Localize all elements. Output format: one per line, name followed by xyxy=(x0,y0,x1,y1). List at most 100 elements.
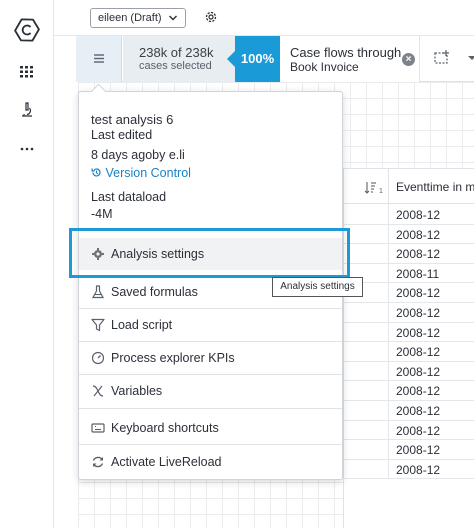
cases-selected-box[interactable]: 238k of 238k cases selected xyxy=(123,36,235,82)
table-cell: 2008-12 xyxy=(396,462,441,477)
table-row[interactable]: 2008-12 xyxy=(344,302,474,323)
table-cell: 2008-12 xyxy=(396,227,441,242)
left-rail xyxy=(0,0,54,528)
analysis-name: test analysis 6 xyxy=(91,112,174,127)
column-divider xyxy=(388,459,389,479)
table-cell: 2008-12 xyxy=(396,443,441,458)
app: eileen (Draft) 238k of 238k cases select… xyxy=(0,0,474,528)
cases-count: 238k of 238k xyxy=(139,45,214,60)
keyboard-icon xyxy=(91,423,105,433)
column-divider xyxy=(388,400,389,420)
table-row[interactable]: 2008-11 xyxy=(344,263,474,284)
flask-icon xyxy=(91,285,105,299)
highlight-box xyxy=(69,228,350,278)
history-icon xyxy=(91,168,101,177)
table-cell: 2008-12 xyxy=(396,305,441,320)
column-divider xyxy=(388,169,389,205)
selection-percent-badge: 100% xyxy=(227,36,280,82)
table-cell: 2008-12 xyxy=(396,247,441,262)
last-dataload-label: Last dataload xyxy=(91,190,167,204)
table-row[interactable]: 2008-12 xyxy=(344,342,474,362)
last-dataload-value: -4M xyxy=(91,207,113,221)
hamburger-icon xyxy=(94,54,104,63)
selection-tool-icon[interactable] xyxy=(433,49,451,67)
table-row[interactable]: 2008-12 xyxy=(344,420,474,441)
column-divider xyxy=(388,205,389,224)
data-table: 1 Eventtime in m 2008-12 2008-12 2008-12 20… xyxy=(343,168,474,528)
gear-icon[interactable] xyxy=(204,10,218,24)
funnel-icon xyxy=(91,318,105,332)
column-divider xyxy=(388,381,389,400)
table-row[interactable]: 2008-12 xyxy=(344,440,474,460)
column-divider xyxy=(388,420,389,440)
table-cell: 2008-12 xyxy=(396,345,441,360)
sort-icon[interactable]: 1 xyxy=(364,181,384,195)
menu-divider xyxy=(79,444,342,445)
menu-item-label: Keyboard shortcuts xyxy=(111,421,219,435)
menu-item-activate-livereload[interactable]: Activate LiveReload xyxy=(79,446,342,478)
table-cell: 2008-12 xyxy=(396,384,441,399)
table-cell: 2008-12 xyxy=(396,423,441,438)
sheet-selector[interactable]: eileen (Draft) xyxy=(90,8,186,28)
menu-item-load-script[interactable]: Load script xyxy=(79,309,342,341)
version-control-label: Version Control xyxy=(105,166,191,180)
more-icon[interactable] xyxy=(17,139,37,159)
chevron-down-icon[interactable] xyxy=(468,54,474,62)
sort-order: 1 xyxy=(379,188,383,195)
remove-filter-icon[interactable]: × xyxy=(402,53,415,66)
menu-item-label: Load script xyxy=(111,318,173,332)
celonis-logo-icon[interactable] xyxy=(13,16,41,44)
tooltip: Analysis settings xyxy=(272,277,363,297)
refresh-icon xyxy=(92,456,104,468)
table-row[interactable]: 2008-12 xyxy=(344,400,474,421)
menu-item-keyboard-shortcuts[interactable]: Keyboard shortcuts xyxy=(79,412,342,444)
gauge-icon xyxy=(91,351,105,365)
table-cell: 2008-12 xyxy=(396,286,441,301)
last-edited-value: 8 days agoby e.li xyxy=(91,148,185,162)
table-row[interactable]: 2008-12 xyxy=(344,244,474,264)
variable-icon xyxy=(92,385,104,397)
table-row[interactable]: 2008-12 xyxy=(344,322,474,343)
table-row[interactable]: 2008-12 xyxy=(344,205,474,225)
column-header-eventtime[interactable]: Eventtime in m xyxy=(396,180,474,194)
apps-grid-icon[interactable] xyxy=(17,62,37,82)
version-control-link[interactable]: Version Control xyxy=(91,166,191,180)
last-edited-label: Last edited xyxy=(91,128,153,142)
table-cell: 2008-12 xyxy=(396,364,441,379)
menu-divider xyxy=(79,408,342,409)
column-divider xyxy=(388,302,389,322)
column-divider xyxy=(388,322,389,342)
filter-line-2: Book Invoice xyxy=(290,60,359,74)
column-divider xyxy=(388,224,389,244)
table-cell: 2008-12 xyxy=(396,325,441,340)
table-cell: 2008-12 xyxy=(396,403,441,418)
menu-item-label: Process explorer KPIs xyxy=(111,351,235,365)
menu-item-variables[interactable]: Variables xyxy=(79,375,342,407)
table-row[interactable]: 2008-12 xyxy=(344,381,474,401)
column-divider xyxy=(388,361,389,381)
menu-item-process-explorer-kpis[interactable]: Process explorer KPIs xyxy=(79,342,342,374)
menu-item-label: Saved formulas xyxy=(111,285,198,299)
menu-item-label: Variables xyxy=(111,384,163,398)
cases-label: cases selected xyxy=(139,60,212,72)
column-divider xyxy=(388,342,389,361)
column-divider xyxy=(388,440,389,459)
column-divider xyxy=(388,244,389,263)
table-header: 1 Eventtime in m xyxy=(344,168,474,205)
menu-item-label: Activate LiveReload xyxy=(111,455,222,469)
table-row[interactable]: 2008-12 xyxy=(344,361,474,382)
chevron-down-icon xyxy=(169,15,177,21)
column-divider xyxy=(388,283,389,302)
filter-line-1: Case flows through xyxy=(290,45,402,60)
table-row[interactable]: 2008-12 xyxy=(344,459,474,480)
sheet-name: eileen (Draft) xyxy=(98,12,162,24)
table-row[interactable]: 2008-12 xyxy=(344,283,474,303)
column-divider xyxy=(388,263,389,283)
filter-chip[interactable]: Case flows through Book Invoice × xyxy=(280,36,420,82)
top-bar: eileen (Draft) xyxy=(54,0,474,36)
microscope-icon[interactable] xyxy=(17,100,37,120)
analysis-menu-button[interactable] xyxy=(76,36,122,82)
table-row[interactable]: 2008-12 xyxy=(344,224,474,245)
table-body: 2008-12 2008-12 2008-12 2008-11 2008-12 2008-… xyxy=(344,205,474,480)
selection-bar: 238k of 238k cases selected 100% Case fl… xyxy=(76,36,474,82)
